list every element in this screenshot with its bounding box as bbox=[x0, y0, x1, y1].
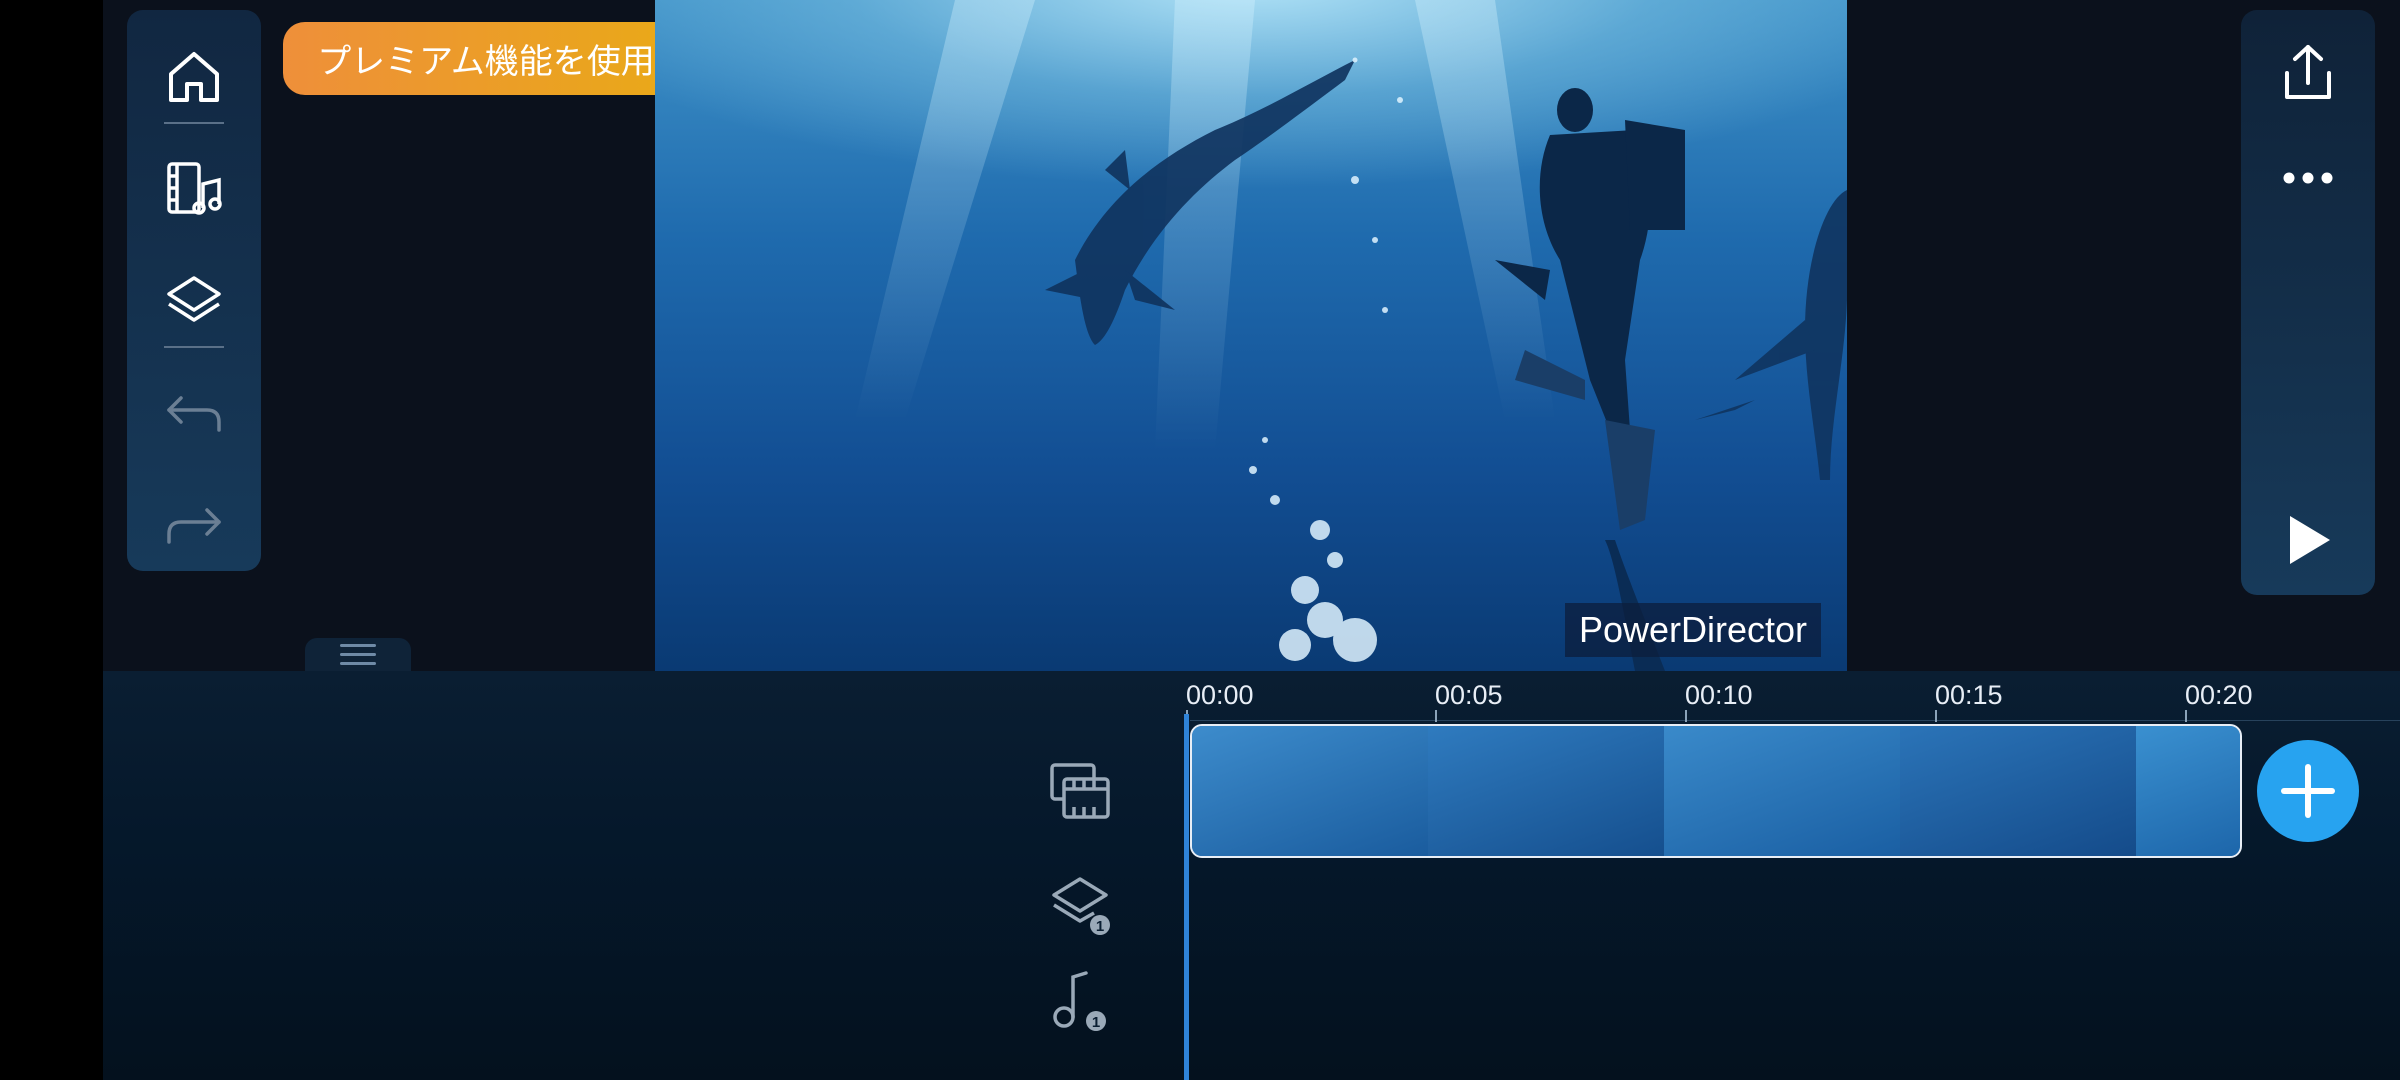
ruler-tick bbox=[1435, 710, 1437, 722]
layers-icon bbox=[167, 276, 221, 322]
more-options-button[interactable] bbox=[2241, 128, 2375, 228]
clip-thumbnail bbox=[2136, 726, 2240, 856]
ruler-label: 00:05 bbox=[1435, 680, 1503, 710]
undo-button[interactable] bbox=[127, 370, 261, 460]
home-button[interactable] bbox=[127, 32, 261, 122]
export-button[interactable] bbox=[2241, 22, 2375, 122]
redo-icon bbox=[167, 508, 221, 544]
premium-button[interactable]: プレミアム機能を使用 bbox=[283, 22, 689, 95]
underwater-scene-image bbox=[855, 0, 1847, 671]
clip-thumbnail bbox=[1900, 726, 2137, 856]
separator bbox=[164, 122, 224, 124]
redo-button[interactable] bbox=[127, 482, 261, 572]
separator bbox=[164, 346, 224, 348]
drawer-handle[interactable] bbox=[305, 638, 411, 671]
ruler-label: 00:15 bbox=[1935, 680, 2003, 710]
menu-handle-icon bbox=[340, 643, 376, 665]
music-note-icon: 1 bbox=[1053, 971, 1106, 1031]
home-icon bbox=[169, 52, 219, 102]
layers-button[interactable] bbox=[127, 256, 261, 346]
video-preview[interactable]: PowerDirector bbox=[655, 0, 1847, 671]
ruler-tick bbox=[1685, 710, 1687, 722]
ruler-tick bbox=[2185, 710, 2187, 722]
overlay-track-count: 1 bbox=[1096, 918, 1104, 935]
overlay-track-button[interactable]: 1 bbox=[1043, 868, 1117, 942]
clip-thumbnail bbox=[1192, 726, 1429, 856]
audio-track-button[interactable]: 1 bbox=[1043, 964, 1117, 1038]
video-editor: プレミアム機能を使用 PowerDirector 00:00 00:05 00:… bbox=[103, 0, 2400, 1080]
ruler-label: 00:10 bbox=[1685, 680, 1753, 710]
ruler-label: 00:20 bbox=[2185, 680, 2253, 710]
clip-thumbnail bbox=[1664, 726, 1901, 856]
ruler-label: 00:00 bbox=[1186, 680, 1254, 710]
more-icon bbox=[2283, 172, 2333, 184]
layers-icon: 1 bbox=[1052, 877, 1110, 935]
video-track-icon bbox=[1050, 763, 1110, 819]
left-toolbar bbox=[127, 10, 261, 571]
watermark-label: PowerDirector bbox=[1564, 603, 1821, 657]
audio-track-count: 1 bbox=[1092, 1014, 1100, 1031]
clip-thumbnail bbox=[1428, 726, 1665, 856]
play-icon bbox=[2290, 516, 2330, 564]
film-music-icon bbox=[167, 162, 222, 215]
ruler-tick bbox=[1935, 710, 1937, 722]
media-music-button[interactable] bbox=[127, 144, 261, 234]
playhead[interactable] bbox=[1184, 714, 1189, 1080]
video-clip[interactable] bbox=[1190, 724, 2242, 858]
add-media-button[interactable] bbox=[2257, 740, 2359, 842]
video-track-button[interactable] bbox=[1043, 754, 1117, 828]
play-button[interactable] bbox=[2241, 490, 2375, 590]
plus-icon bbox=[2281, 764, 2335, 818]
right-toolbar bbox=[2241, 10, 2375, 595]
timeline-ruler bbox=[1190, 720, 2400, 721]
undo-icon bbox=[167, 396, 221, 432]
share-upload-icon bbox=[2285, 45, 2331, 99]
